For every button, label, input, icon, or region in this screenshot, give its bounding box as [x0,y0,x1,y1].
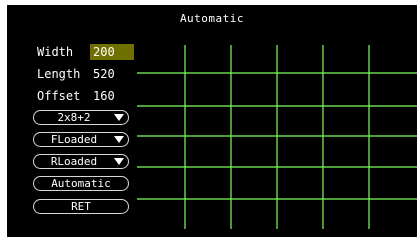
axle-grid-preview [137,45,417,229]
screen: Automatic Width 200 Length 520 Offset 16… [7,5,417,237]
